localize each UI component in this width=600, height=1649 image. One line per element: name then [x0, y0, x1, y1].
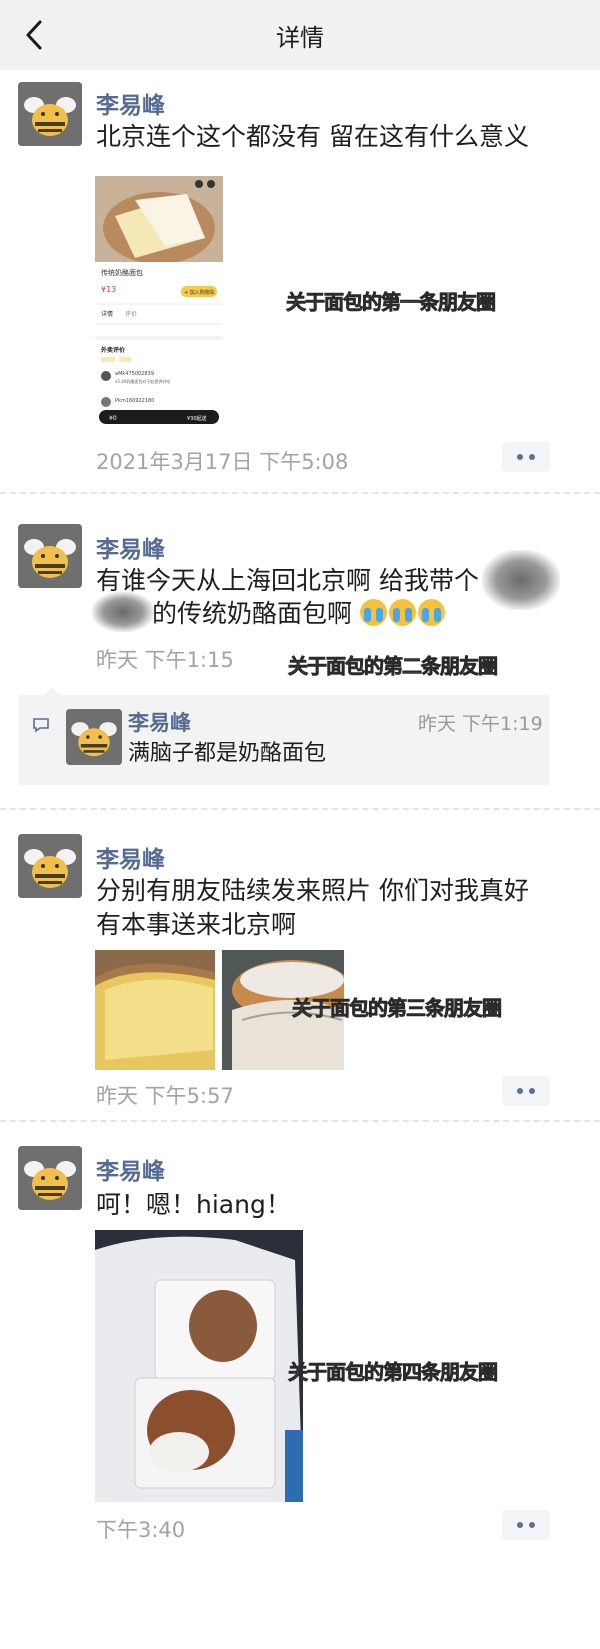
bee-icon — [18, 524, 82, 588]
caption-overlay: 关于面包的第三条朋友圈 — [292, 996, 503, 1021]
avatar[interactable] — [66, 709, 122, 765]
shop-checkout: ¥30起送 — [187, 415, 207, 422]
bee-icon — [18, 82, 82, 146]
post-text: 北京连个这个都没有 留在这有什么意义 — [96, 122, 529, 151]
nav-bar: 详情 — [0, 0, 600, 70]
shop-add-button: + 加入购物车 — [184, 289, 215, 296]
avatar[interactable] — [18, 1146, 82, 1210]
post-author[interactable]: 李易峰 — [96, 1152, 165, 1186]
bee-icon — [18, 834, 82, 898]
shop-product-name: 传统奶酪面包 — [101, 268, 143, 277]
post-text: 有谁今天从上海回北京啊 给我带个 — [96, 566, 479, 595]
shop-price: ¥13 — [101, 285, 116, 294]
post-image[interactable] — [95, 1230, 303, 1502]
caption-overlay: 关于面包的第四条朋友圈 — [288, 1360, 499, 1385]
cheese-bread-photo — [95, 950, 215, 1070]
divider — [0, 492, 600, 494]
crying-face-icon — [417, 599, 445, 626]
comment-author[interactable]: 李易峰 — [128, 707, 191, 737]
shop-screenshot: 传统奶酪面包 ¥13 + 加入购物车 详情 评价 外卖评价 aMk4750028… — [95, 176, 223, 428]
caption-overlay: 关于面包的第二条朋友圈 — [288, 654, 499, 679]
avatar[interactable] — [18, 524, 82, 588]
shop-review-user: Pkm160922180 — [115, 398, 154, 404]
more-button[interactable] — [502, 1076, 550, 1106]
post-time: 下午3:40 — [96, 1518, 186, 1542]
comment-icon — [33, 718, 49, 733]
more-button[interactable] — [502, 1510, 550, 1540]
post-time: 昨天 下午5:57 — [96, 1084, 234, 1108]
crying-face-icon — [359, 599, 387, 626]
comment-section: 李易峰 昨天 下午1:19 满脑子都是奶酪面包 — [18, 687, 550, 785]
post-time: 2021年3月17日 下午5:08 — [96, 450, 349, 474]
bee-icon — [66, 709, 122, 765]
post-time: 昨天 下午1:15 — [96, 648, 234, 672]
shop-tab-reviews: 评价 — [125, 310, 137, 318]
bee-icon — [18, 1146, 82, 1210]
blur-redaction — [482, 550, 560, 610]
post-image[interactable] — [95, 950, 215, 1070]
comment-text: 满脑子都是奶酪面包 — [128, 741, 327, 766]
avatar[interactable] — [18, 834, 82, 898]
page-title: 详情 — [276, 24, 324, 52]
more-button[interactable] — [502, 442, 550, 472]
post-text: 有本事送来北京啊 — [96, 910, 297, 939]
bread-boxes-photo — [95, 1230, 303, 1502]
crying-face-icon — [388, 599, 416, 626]
comment-time: 昨天 下午1:19 — [418, 713, 543, 735]
post-author[interactable]: 李易峰 — [96, 840, 165, 874]
shop-review-user: aMk475002839 — [115, 371, 154, 377]
post-text: 分别有朋友陆续发来照片 你们对我真好 — [96, 876, 529, 905]
post-author[interactable]: 李易峰 — [96, 86, 165, 120]
blur-redaction — [92, 592, 154, 632]
post-text: 呵！嗯！hiang！ — [96, 1190, 291, 1219]
shop-reviews-title: 外卖评价 — [100, 346, 126, 354]
post-text: 的传统奶酪面包啊 — [152, 595, 447, 632]
caption-overlay: 关于面包的第一条朋友圈 — [286, 290, 497, 315]
shop-cart-price: ¥0 — [109, 415, 117, 422]
divider — [0, 1120, 600, 1122]
divider — [0, 808, 600, 810]
avatar[interactable] — [18, 82, 82, 146]
shop-review-text: e5.40奶酪面包对不起提供好吃 — [115, 378, 170, 384]
post-author[interactable]: 李易峰 — [96, 530, 165, 564]
post-image[interactable]: 传统奶酪面包 ¥13 + 加入购物车 详情 评价 外卖评价 aMk4750028… — [95, 176, 223, 428]
shop-tab-details: 详情 — [101, 310, 113, 318]
